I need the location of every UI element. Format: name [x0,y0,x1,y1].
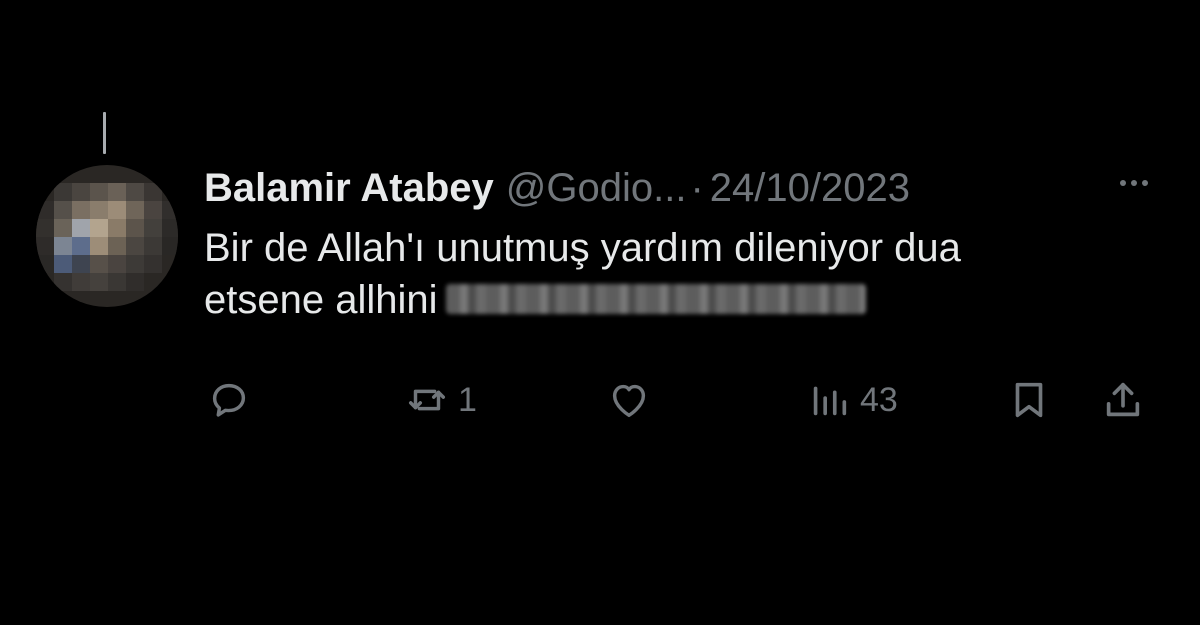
separator-dot: · [690,166,704,210]
tweet-action-bar: 1 43 [0,372,1200,428]
avatar[interactable] [36,165,178,307]
bookmark-button[interactable] [1006,372,1052,428]
views-icon [813,386,847,416]
reply-button[interactable] [206,372,252,428]
thread-connector-line [103,112,106,154]
tweet-header: Balamir Atabey @Godio... · 24/10/2023 [204,160,1164,216]
share-icon [1106,382,1140,417]
retweet-button[interactable]: 1 [404,372,477,428]
tweet[interactable]: Balamir Atabey @Godio... · 24/10/2023 Bi… [204,160,1164,326]
tweet-text: Bir de Allah'ı unutmuş yardım dileniyor … [204,222,1164,326]
tweet-text-line-2-visible: etsene allhini [204,278,438,322]
views-button[interactable]: 43 [806,372,898,428]
retweet-icon [408,389,446,411]
more-options-icon[interactable] [1120,180,1148,186]
user-handle[interactable]: @Godio... [506,160,687,216]
reply-icon [212,383,246,417]
display-name[interactable]: Balamir Atabey [204,160,494,216]
tweet-text-line-2: etsene allhini [204,274,1164,326]
retweet-count: 1 [458,380,477,419]
like-button[interactable] [606,372,652,428]
views-count: 43 [860,380,898,419]
bookmark-icon [1015,382,1043,418]
heart-icon [612,384,646,418]
share-button[interactable] [1100,372,1146,428]
tweet-date[interactable]: 24/10/2023 [710,160,910,216]
censored-text [445,284,866,315]
tweet-text-line-1: Bir de Allah'ı unutmuş yardım dileniyor … [204,226,961,270]
